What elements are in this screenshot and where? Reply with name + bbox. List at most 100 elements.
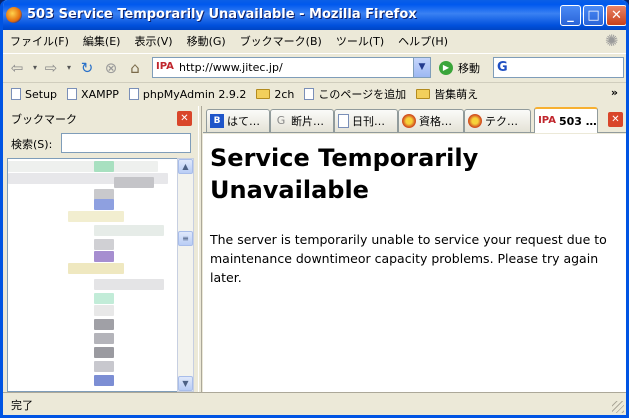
scroll-thumb[interactable]: ≡ [178,231,193,246]
url-text[interactable]: http://www.jitec.jp/ [179,61,283,74]
blurred-bookmark-row[interactable] [94,279,164,290]
sidebar-scrollbar[interactable]: ▲ ≡ ▼ [177,158,194,392]
stop-icon[interactable]: ⊗ [101,58,121,78]
sidebar-close-icon[interactable]: ✕ [177,111,192,126]
minimize-button[interactable]: _ [560,5,581,26]
firefox-logo-icon [6,7,22,23]
tab-danpen[interactable]: G 断片… [270,109,334,132]
blurred-bookmark-row[interactable] [94,375,114,386]
bookmark-phpmyadmin[interactable]: phpMyAdmin 2.9.2 [128,87,247,101]
close-tab-icon[interactable]: ✕ [608,112,623,127]
bookmark-xampp[interactable]: XAMPP [67,88,119,101]
error-message: The server is temporarily unable to serv… [210,232,607,285]
tab-label: 503 … [559,114,597,128]
search-engine-icon[interactable]: G [497,60,508,75]
page-icon [304,88,315,100]
tab-nikkan[interactable]: 日刊… [334,109,398,132]
maximize-button[interactable]: □ [583,5,604,26]
tab-shikaku[interactable]: 資格… [398,109,464,132]
tab-label: はて… [227,115,260,128]
tab-label: 日刊… [352,115,385,128]
back-icon[interactable]: ⇦ [7,58,27,78]
title-bar[interactable]: 503 Service Temporarily Unavailable - Mo… [3,0,626,30]
bookmark-setup[interactable]: Setup [11,88,57,101]
status-text: 完了 [11,399,33,412]
sidebar-search-label: 検索(S): [11,138,53,151]
blurred-bookmark-row[interactable] [114,177,154,188]
site-favicon-icon: IPA [156,61,174,72]
menu-edit[interactable]: 編集(E) [76,33,128,49]
bookmark-label: XAMPP [81,87,119,101]
page-icon [338,114,349,128]
scroll-up-icon[interactable]: ▲ [178,159,193,174]
sidebar-search-input[interactable] [61,133,191,153]
forward-icon[interactable]: ⇨ [41,58,61,78]
url-bar[interactable]: IPA http://www.jitec.jp/ ▼ [152,57,431,78]
folder-icon [256,89,271,99]
url-dropdown-icon[interactable]: ▼ [413,58,430,77]
blurred-bookmark-row[interactable] [94,293,114,304]
bookmark-label: 2ch [274,87,295,101]
go-button[interactable]: ▶ 移動 [439,60,480,76]
blurred-bookmark-row[interactable] [8,161,158,172]
bookmark-folder-moe[interactable]: 皆集萌え [416,86,478,102]
tab-tech[interactable]: テク… [464,109,531,132]
ipa-favicon-icon: IPA [538,115,556,126]
firefox-window: 503 Service Temporarily Unavailable - Mo… [0,0,629,418]
tab-label: 断片… [291,115,324,128]
menu-file[interactable]: ファイル(F) [3,33,76,49]
tab-label: 資格… [419,115,452,128]
reload-icon[interactable]: ↻ [77,58,97,78]
blurred-bookmark-row[interactable] [94,333,114,344]
g-favicon-icon: G [276,114,286,127]
home-icon[interactable]: ⌂ [125,58,145,78]
blurred-bookmark-row[interactable] [68,211,124,222]
scroll-down-icon[interactable]: ▼ [178,376,193,391]
bookmark-folder-2ch[interactable]: 2ch [256,88,294,101]
go-arrow-icon: ▶ [439,61,453,75]
window-title: 503 Service Temporarily Unavailable - Mo… [27,7,417,22]
page-icon [67,88,78,100]
bookmarks-toolbar: Setup XAMPP phpMyAdmin 2.9.2 2ch このページを追… [3,82,626,105]
blurred-bookmark-row[interactable] [94,225,164,236]
blurred-bookmark-row[interactable] [94,305,114,316]
menu-view[interactable]: 表示(V) [127,33,179,49]
blurred-bookmark-row[interactable] [94,251,114,262]
blurred-bookmark-row[interactable] [94,239,114,250]
bookmarks-tree[interactable] [7,158,177,392]
blurred-bookmark-row[interactable] [94,161,114,172]
tab-503[interactable]: IPA 503 … [534,107,598,133]
blurred-bookmark-row[interactable] [94,347,114,358]
blurred-bookmark-row[interactable] [94,319,114,330]
blurred-bookmark-row[interactable] [68,263,124,274]
go-label: 移動 [458,62,480,75]
bookmarks-sidebar: ブックマーク ✕ 検索(S): ▲ ≡ ▼ [3,106,198,392]
sidebar-title: ブックマーク [11,113,77,126]
loading-favicon-icon [402,114,416,128]
close-window-button[interactable]: ✕ [606,5,626,26]
throbber-icon: ✺ [605,31,619,50]
bookmark-add-page[interactable]: このページを追加 [304,86,406,102]
forward-dropdown-icon[interactable]: ▾ [59,58,79,78]
menu-tools[interactable]: ツール(T) [329,33,391,49]
blurred-bookmark-row[interactable] [94,199,114,210]
bookmark-label: Setup [25,87,58,101]
navigation-toolbar: ⇦ ▾ ⇨ ▾ ↻ ⊗ ⌂ IPA http://www.jitec.jp/ ▼… [3,53,626,81]
menu-go[interactable]: 移動(G) [180,33,233,49]
loading-favicon-icon [468,114,482,128]
sidebar-splitter[interactable] [198,106,202,392]
blurred-bookmark-row[interactable] [94,361,114,372]
menu-help[interactable]: ヘルプ(H) [391,33,455,49]
bookmark-label: このページを追加 [318,88,407,101]
menu-bookmarks[interactable]: ブックマーク(B) [233,33,329,49]
search-box[interactable]: G [493,57,624,78]
menu-bar: ファイル(F) 編集(E) 表示(V) 移動(G) ブックマーク(B) ツール(… [3,30,626,52]
hatena-icon: B [210,114,224,128]
tab-hatena[interactable]: B はて… [206,109,270,132]
page-icon [128,88,139,100]
bookmark-label: phpMyAdmin 2.9.2 [142,87,247,101]
page-content: Service Temporarily Unavailable The serv… [203,134,626,392]
bookmarks-overflow-chevron[interactable]: » [611,86,618,99]
status-bar: 完了 [3,392,626,415]
resize-grip[interactable] [612,401,624,413]
